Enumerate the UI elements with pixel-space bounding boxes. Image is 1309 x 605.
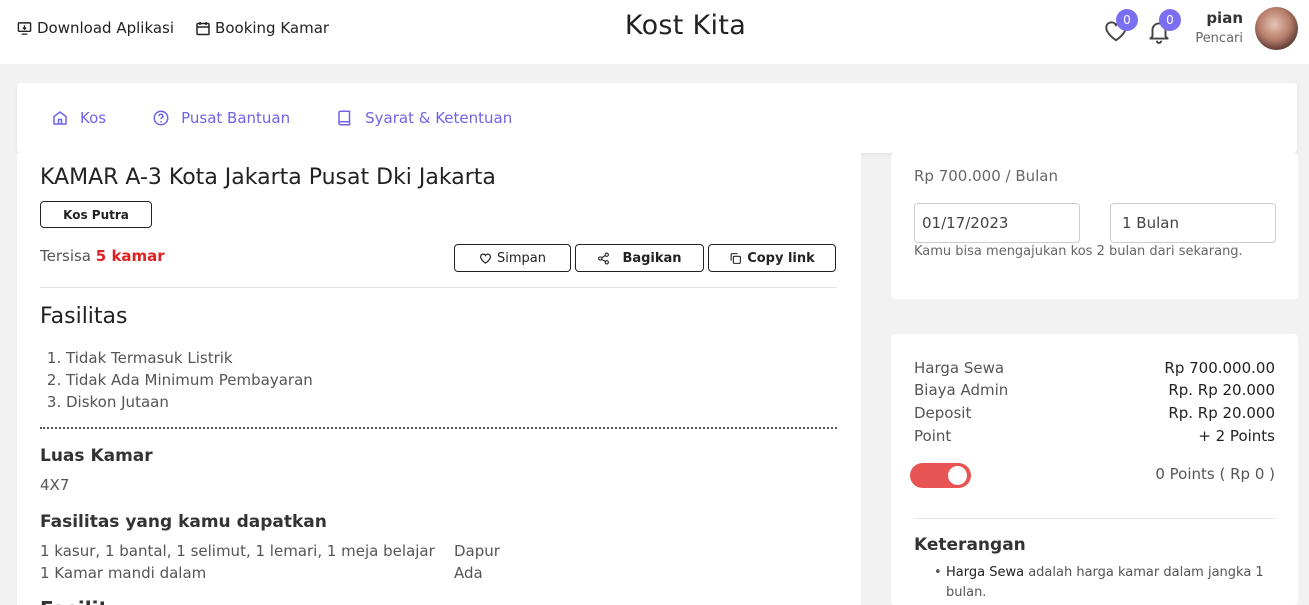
wishlist-button[interactable]: 0 xyxy=(1103,9,1138,44)
keterangan-item: • Harga Sewa adalah harga kamar dalam ja… xyxy=(934,563,1266,603)
nav-item-syarat-ketentuan[interactable]: Syarat & Ketentuan xyxy=(336,109,512,127)
start-date-field[interactable]: 01/17/2023 xyxy=(914,203,1080,243)
save-label: Simpan xyxy=(497,250,546,266)
duration-select[interactable]: 1 Bulan xyxy=(1110,203,1276,243)
sub-navigation: Kos Pusat Bantuan Syarat & Ketentuan xyxy=(17,83,1297,153)
price-summary-card: Harga Sewa Rp 700.000.00 Biaya Admin Rp.… xyxy=(891,334,1298,605)
user-name: pian xyxy=(1206,9,1243,27)
summary-label: Deposit xyxy=(914,404,972,422)
fasilitas-didapat-heading: Fasilitas yang kamu dapatkan xyxy=(40,512,327,532)
rooms-remaining-prefix: Tersisa xyxy=(40,247,91,265)
points-value: 0 Points ( Rp 0 ) xyxy=(1155,465,1275,483)
share-label: Bagikan xyxy=(622,250,682,266)
user-info[interactable]: pian Pencari xyxy=(1195,9,1243,46)
summary-label: Biaya Admin xyxy=(914,381,1009,399)
nav-item-label: Syarat & Ketentuan xyxy=(365,109,513,127)
fasilitas-didapat-row1-left: 1 kasur, 1 bantal, 1 selimut, 1 lemari, … xyxy=(40,542,435,560)
bullet: • xyxy=(934,565,942,580)
nav-item-pusat-bantuan[interactable]: Pusat Bantuan xyxy=(152,109,290,127)
booking-card: Rp 700.000 / Bulan 01/17/2023 1 Bulan Ka… xyxy=(891,153,1298,299)
heart-icon xyxy=(480,253,491,264)
summary-row: Harga Sewa Rp 700.000.00 xyxy=(914,359,1275,377)
user-role: Pencari xyxy=(1195,31,1243,46)
summary-value: Rp. Rp 20.000 xyxy=(1168,381,1275,399)
share-icon xyxy=(598,252,610,264)
keterangan-heading: Keterangan xyxy=(914,535,1026,555)
next-section-heading: Fasilit xyxy=(40,597,108,605)
summary-row: Deposit Rp. Rp 20.000 xyxy=(914,404,1275,422)
nav-item-label: Kos xyxy=(80,109,107,127)
rooms-remaining: Tersisa 5 kamar xyxy=(40,247,165,265)
dotted-divider xyxy=(40,427,837,429)
summary-value: Rp. Rp 20.000 xyxy=(1168,404,1275,422)
nav-item-label: Pusat Bantuan xyxy=(181,109,291,127)
summary-row: Biaya Admin Rp. Rp 20.000 xyxy=(914,381,1275,399)
wishlist-badge: 0 xyxy=(1116,9,1138,31)
share-button[interactable]: Bagikan xyxy=(575,244,704,272)
summary-value: Rp 700.000.00 xyxy=(1164,359,1275,377)
notification-badge: 0 xyxy=(1159,9,1181,31)
room-detail-panel: KAMAR A-3 Kota Jakarta Pusat Dki Jakarta… xyxy=(17,153,861,605)
summary-value: + 2 Points xyxy=(1198,427,1275,445)
help-circle-icon xyxy=(153,110,169,126)
book-icon xyxy=(338,110,351,126)
copy-link-button[interactable]: Copy link xyxy=(708,244,836,272)
booking-hint: Kamu bisa mengajukan kos 2 bulan dari se… xyxy=(914,244,1243,259)
fasilitas-heading: Fasilitas xyxy=(40,304,128,329)
fasilitas-list: Tidak Termasuk Listrik Tidak Ada Minimum… xyxy=(66,347,313,413)
notification-button[interactable]: 0 xyxy=(1146,9,1181,44)
top-header: Download Aplikasi Booking Kamar Kost Kit… xyxy=(0,0,1309,64)
avatar[interactable] xyxy=(1255,7,1298,50)
rooms-remaining-count: 5 kamar xyxy=(95,247,165,265)
luas-kamar-value: 4X7 xyxy=(40,476,70,494)
price-per-month: Rp 700.000 / Bulan xyxy=(914,167,1058,185)
room-title: KAMAR A-3 Kota Jakarta Pusat Dki Jakarta xyxy=(40,165,496,190)
copy-link-label: Copy link xyxy=(747,250,815,266)
keterangan-term: Harga Sewa xyxy=(946,565,1025,580)
save-button[interactable]: Simpan xyxy=(454,244,571,272)
toggle-knob xyxy=(948,466,967,485)
summary-label: Point xyxy=(914,427,952,445)
section-divider xyxy=(914,518,1275,519)
fasilitas-didapat-row2-right: Ada xyxy=(454,564,483,582)
luas-kamar-heading: Luas Kamar xyxy=(40,446,153,466)
list-item: Tidak Termasuk Listrik xyxy=(66,347,313,369)
home-icon xyxy=(53,111,67,125)
copy-icon xyxy=(730,252,742,264)
list-item: Tidak Ada Minimum Pembayaran xyxy=(66,369,313,391)
list-item: Diskon Jutaan xyxy=(66,391,313,413)
fasilitas-didapat-row1-right: Dapur xyxy=(454,542,500,560)
summary-row: Point + 2 Points xyxy=(914,427,1275,445)
use-points-toggle[interactable] xyxy=(910,463,971,488)
kos-type-badge: Kos Putra xyxy=(40,201,152,228)
section-divider xyxy=(40,287,837,288)
fasilitas-didapat-row2-left: 1 Kamar mandi dalam xyxy=(40,564,207,582)
nav-item-kos[interactable]: Kos xyxy=(51,109,106,127)
summary-label: Harga Sewa xyxy=(914,359,1005,377)
room-actions: Simpan Bagikan Copy link xyxy=(454,244,836,272)
